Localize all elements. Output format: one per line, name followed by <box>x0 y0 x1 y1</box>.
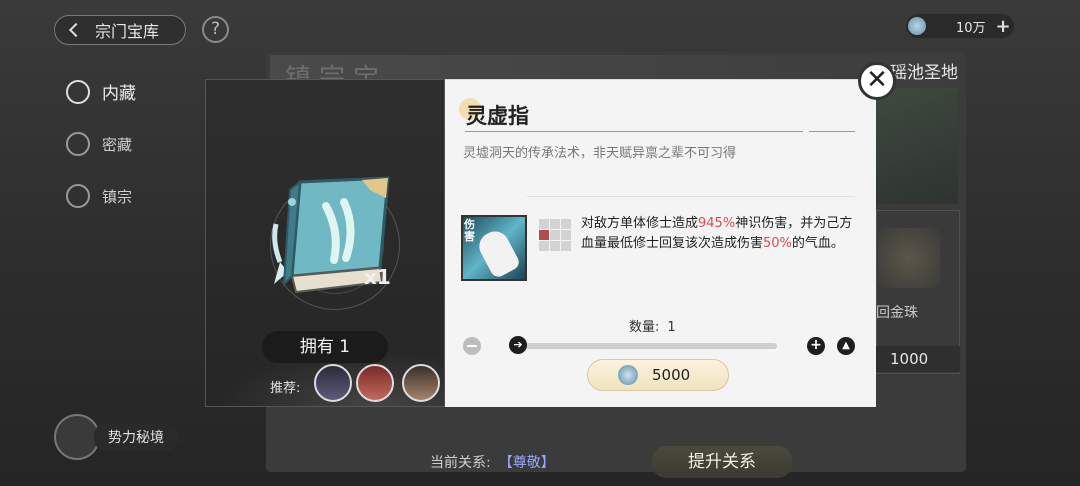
back-label: 宗门宝库 <box>95 22 160 41</box>
sidebar-item-neicang[interactable]: 内藏 <box>66 79 136 104</box>
effect-heal-value: 50% <box>763 236 792 251</box>
chevron-left-icon <box>68 22 84 38</box>
recommended-avatar[interactable] <box>314 364 352 402</box>
sidebar-item-label: 密藏 <box>102 135 133 154</box>
effect-text: 对敌方单体修士造成 <box>581 216 699 231</box>
shop-card-name: 回金珠 <box>876 305 918 321</box>
shop-card-price: 1000 <box>870 346 960 372</box>
divider <box>527 196 855 197</box>
item-quantity-mark: x1 <box>364 265 391 289</box>
quantity-value: 1 <box>667 320 676 335</box>
spirit-stone-icon <box>618 365 638 385</box>
realm-label: 势力秘境 <box>94 423 178 451</box>
flame-icon <box>66 184 90 208</box>
effect-text: 的气血。 <box>791 236 844 251</box>
raise-relation-button[interactable]: 提升关系 <box>652 446 792 478</box>
skill-icon: 伤害 <box>461 215 527 281</box>
owned-count: 拥有 1 <box>262 331 388 363</box>
slider-handle[interactable]: ➔ <box>509 336 527 354</box>
close-button[interactable]: ✕ <box>858 62 896 100</box>
skill-effect: 对敌方单体修士造成945%神识伤害，并为己方血量最低修士回复该次造成伤害50%的… <box>537 214 855 254</box>
quantity-slider[interactable] <box>517 343 777 349</box>
max-button[interactable]: ▲ <box>837 337 855 355</box>
help-button[interactable]: ? <box>202 16 229 43</box>
add-currency-button[interactable]: + <box>996 16 1011 37</box>
realm-button[interactable]: 势力秘境 <box>54 414 178 460</box>
shop-card-item-icon <box>878 228 940 288</box>
pool-art <box>876 88 958 204</box>
item-detail-panel: 灵虚指 灵墟洞天的传承法术，非天赋异禀之辈不可习得 伤害 对敌方单体修士造成94… <box>445 79 876 407</box>
quantity-caption: 数量: <box>629 320 660 335</box>
sidebar-item-micang[interactable]: 密藏 <box>66 132 132 156</box>
lotus-icon <box>66 79 90 104</box>
sidebar-item-zhenzong[interactable]: 镇宗 <box>66 184 132 208</box>
pool-label: 瑶池圣地 <box>890 63 958 83</box>
increase-button[interactable]: + <box>807 337 825 355</box>
recommend-label: 推荐: <box>270 381 301 396</box>
finger-icon <box>474 226 522 280</box>
purchase-price: 5000 <box>652 366 691 384</box>
spirit-stone-icon <box>908 17 926 35</box>
purchase-button[interactable]: 5000 <box>587 359 729 391</box>
currency-bar: 10万 + <box>906 14 1014 38</box>
skill-type-tag: 伤害 <box>464 218 475 243</box>
back-button[interactable]: 宗门宝库 <box>54 15 186 45</box>
quantity-label: 数量: 1 <box>629 316 676 335</box>
recommended-avatar[interactable] <box>402 364 440 402</box>
sidebar-item-label: 内藏 <box>102 84 136 104</box>
divider <box>465 131 803 132</box>
item-preview-panel: x1 拥有 1 推荐: <box>205 79 446 407</box>
currency-value: 10万 <box>956 20 986 36</box>
skill-description: 灵墟洞天的传承法术，非天赋异禀之辈不可习得 <box>463 146 737 161</box>
chest-icon <box>66 132 90 156</box>
relation-value: 【尊敬】 <box>498 455 555 471</box>
divider <box>809 131 855 132</box>
skill-name: 灵虚指 <box>466 104 529 128</box>
decrease-button[interactable] <box>463 337 481 355</box>
effect-damage-value: 945% <box>698 216 736 231</box>
recommended-avatar[interactable] <box>356 364 394 402</box>
sidebar-item-label: 镇宗 <box>102 187 133 206</box>
relation-label: 当前关系: <box>430 455 491 471</box>
relation-status: 当前关系: 【尊敬】 <box>430 452 555 472</box>
